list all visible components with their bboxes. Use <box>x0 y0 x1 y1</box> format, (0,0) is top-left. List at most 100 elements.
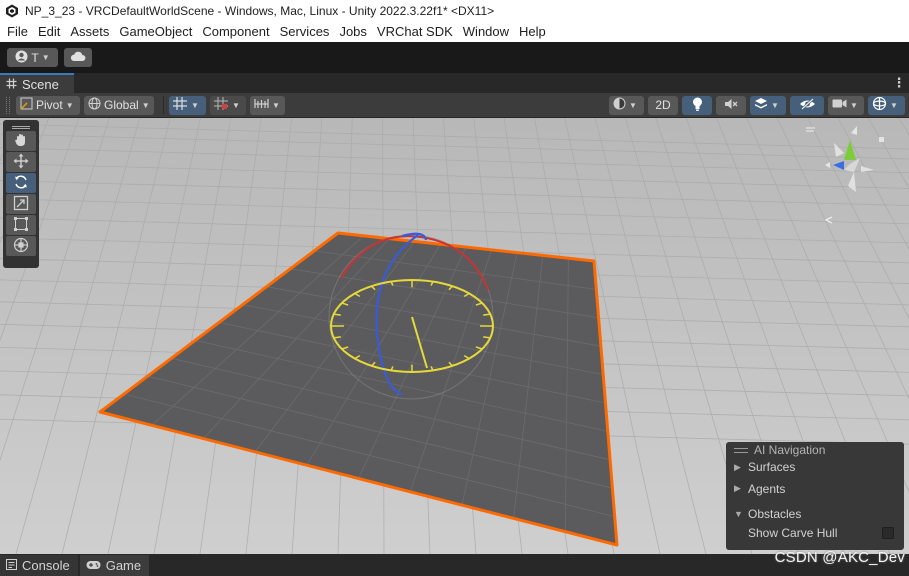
scene-visibility-toggle[interactable] <box>790 95 824 115</box>
toggle-2d-button[interactable]: 2D <box>648 95 678 115</box>
axis-cone-neg-x[interactable] <box>834 143 844 157</box>
transform-tool-button[interactable] <box>6 236 36 256</box>
effects-dropdown[interactable]: ▼ <box>750 95 786 115</box>
ai-navigation-agents[interactable]: ▶ Agents <box>734 476 896 501</box>
view-tool-button[interactable] <box>6 131 36 151</box>
expand-arrow-icon: ▶ <box>734 483 741 493</box>
gizmo-center-cube[interactable] <box>844 158 860 172</box>
muted-speaker-icon <box>724 98 738 113</box>
axis-label-y <box>851 126 857 135</box>
tab-game-label: Game <box>105 558 142 573</box>
snap-grid-icon <box>214 97 229 113</box>
audio-toggle[interactable] <box>716 95 746 115</box>
eye-slash-icon <box>799 97 816 113</box>
move-tool-button[interactable] <box>6 152 36 172</box>
grid-visibility-toggle[interactable]: ▼ <box>169 95 206 115</box>
account-dropdown[interactable]: T ▼ <box>7 48 58 67</box>
gizmos-dropdown[interactable]: ▼ <box>868 95 905 115</box>
axis-label-z <box>825 162 830 168</box>
orientation-gizmo[interactable] <box>798 120 906 230</box>
show-carve-hull-row: Show Carve Hull <box>734 526 896 540</box>
unity-logo-icon <box>4 3 20 19</box>
menu-services[interactable]: Services <box>275 22 335 42</box>
chevron-down-icon: ▼ <box>232 100 240 110</box>
menu-bar: File Edit Assets GameObject Component Se… <box>0 22 909 42</box>
rotate-icon <box>13 174 29 193</box>
scene-view-toolbar: Pivot ▼ Global ▼ ▼ ▼ ▼ ▼ 2D ▼ ▼ ▼ <box>0 93 909 118</box>
watermark-text: CSDN @AKC_Dev <box>774 549 905 566</box>
draw-mode-dropdown[interactable]: ▼ <box>609 95 644 115</box>
menu-help[interactable]: Help <box>514 22 551 42</box>
menu-jobs[interactable]: Jobs <box>334 22 371 42</box>
ruler-icon <box>254 97 269 113</box>
menu-assets[interactable]: Assets <box>65 22 114 42</box>
cloud-icon <box>70 51 86 65</box>
camera-dropdown[interactable]: ▼ <box>828 95 864 115</box>
scene-viewport[interactable]: AI Navigation ▶ Surfaces ▶ Agents ▼ Obst… <box>0 118 909 554</box>
tab-scene[interactable]: Scene <box>0 73 74 93</box>
move-arrows-icon <box>13 153 29 172</box>
scale-tool-button[interactable] <box>6 194 36 214</box>
ai-navigation-header[interactable]: AI Navigation <box>734 442 896 458</box>
ai-navigation-obstacles[interactable]: ▼ Obstacles <box>734 501 896 526</box>
tools-overlay-handle[interactable] <box>6 123 36 131</box>
globe-icon <box>88 97 101 113</box>
surfaces-label: Surfaces <box>748 460 796 474</box>
shaded-sphere-icon <box>613 97 626 113</box>
grid-icon <box>173 97 188 113</box>
collapse-arrow-icon: ▼ <box>734 508 743 519</box>
chevron-down-icon: ▼ <box>771 100 779 110</box>
ai-navigation-surfaces[interactable]: ▶ Surfaces <box>734 458 896 476</box>
scale-icon <box>13 195 29 214</box>
rotate-tool-button[interactable] <box>6 173 36 193</box>
kebab-menu-icon[interactable]: ⋮ <box>889 73 909 93</box>
window-title-bar: NP_3_23 - VRCDefaultWorldScene - Windows… <box>0 0 909 22</box>
ai-navigation-overlay: AI Navigation ▶ Surfaces ▶ Agents ▼ Obst… <box>726 442 904 550</box>
menu-file[interactable]: File <box>2 22 33 42</box>
axis-cone-neg-y[interactable] <box>848 172 856 192</box>
grid-snapping-toggle[interactable]: ▼ <box>210 95 246 115</box>
rect-tool-button[interactable] <box>6 215 36 235</box>
light-bulb-icon <box>692 97 703 114</box>
menu-window[interactable]: Window <box>458 22 514 42</box>
hand-icon <box>13 132 29 151</box>
increment-snapping-toggle[interactable]: ▼ <box>250 95 285 115</box>
axis-cone-z[interactable] <box>833 161 844 170</box>
cloud-button[interactable] <box>64 48 92 67</box>
pivot-label: Pivot <box>36 98 63 112</box>
account-icon <box>15 50 28 66</box>
toolbar-separator <box>163 96 164 114</box>
global-dropdown[interactable]: Global ▼ <box>84 95 154 115</box>
axis-cone-y[interactable] <box>844 140 856 160</box>
console-icon <box>6 558 17 573</box>
gizmo-sphere-icon <box>872 96 887 114</box>
tab-game[interactable]: Game <box>79 555 150 576</box>
menu-edit[interactable]: Edit <box>33 22 65 42</box>
toolbar-grip[interactable] <box>6 96 10 114</box>
pivot-icon <box>20 97 33 113</box>
lighting-toggle[interactable] <box>682 95 712 115</box>
grid-hash-icon <box>6 77 17 92</box>
chevron-down-icon: ▼ <box>191 100 199 110</box>
menu-vrchat-sdk[interactable]: VRChat SDK <box>372 22 458 42</box>
tab-scene-label: Scene <box>22 76 59 92</box>
menu-component[interactable]: Component <box>197 22 274 42</box>
perspective-indicator-icon[interactable] <box>824 216 833 224</box>
axis-label-x <box>879 137 884 142</box>
menu-gameobject[interactable]: GameObject <box>114 22 197 42</box>
show-carve-hull-label: Show Carve Hull <box>748 526 838 540</box>
layers-effects-icon <box>754 97 768 113</box>
scene-tab-bar: Scene ⋮ <box>0 73 909 93</box>
axis-cone-neg-z[interactable] <box>861 166 874 172</box>
chevron-down-icon: ▼ <box>272 100 280 110</box>
tab-console[interactable]: Console <box>0 555 78 576</box>
bottom-tab-bar: Console Game <box>0 554 909 576</box>
overlay-grip-icon <box>734 447 748 453</box>
gamepad-icon <box>86 558 101 573</box>
chevron-down-icon: ▼ <box>850 100 858 110</box>
show-carve-hull-checkbox[interactable] <box>882 527 894 539</box>
pivot-dropdown[interactable]: Pivot ▼ <box>16 95 80 115</box>
rect-transform-icon <box>13 216 29 235</box>
camera-icon <box>832 98 847 112</box>
tab-console-label: Console <box>22 558 70 573</box>
